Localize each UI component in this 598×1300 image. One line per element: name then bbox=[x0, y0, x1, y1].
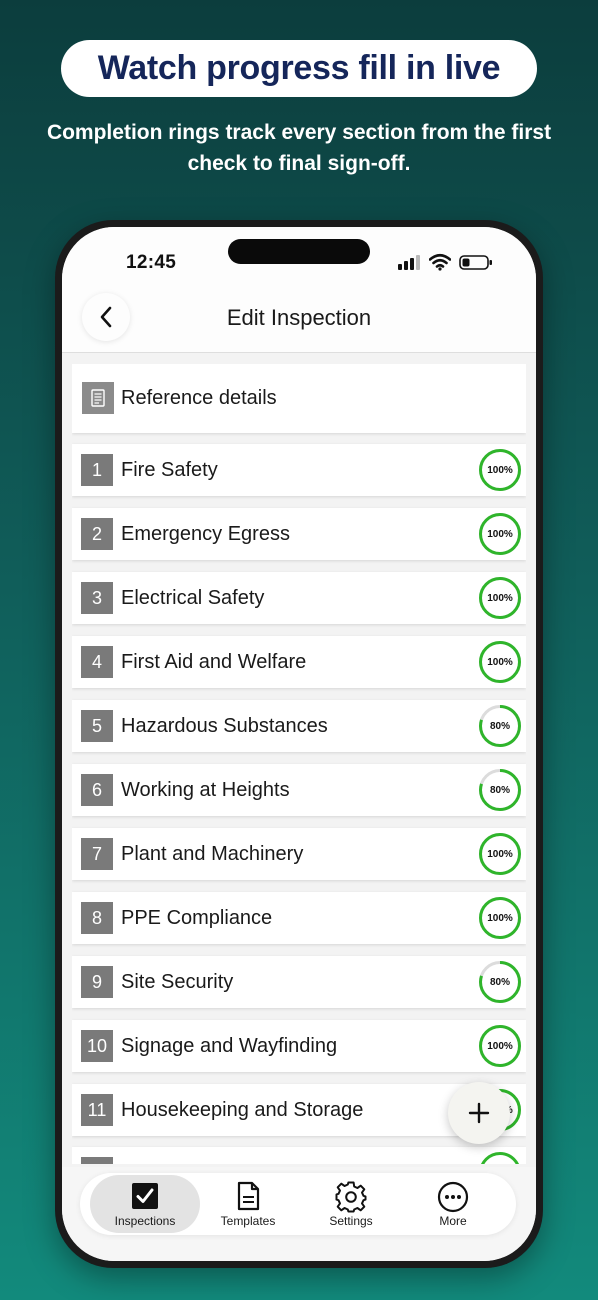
section-number-badge: 2 bbox=[81, 518, 113, 550]
tab-more[interactable]: More bbox=[398, 1175, 508, 1233]
progress-percent-label: 100% bbox=[487, 656, 513, 668]
tab-templates[interactable]: Templates bbox=[193, 1175, 303, 1233]
status-bar: 12:45 bbox=[62, 227, 536, 287]
section-label: PPE Compliance bbox=[121, 907, 273, 929]
gear-icon bbox=[335, 1181, 367, 1213]
section-number-badge: 9 bbox=[81, 966, 113, 998]
section-number-badge: 3 bbox=[81, 582, 113, 614]
section-list: Reference details 1 Fire Safety 100% 2 Emerg… bbox=[72, 364, 526, 1164]
section-label: Emergency Egress bbox=[121, 523, 290, 545]
section-number-badge: 4 bbox=[81, 646, 113, 678]
progress-percent-label: 100% bbox=[487, 592, 513, 604]
section-row[interactable]: 9 Site Security 80% bbox=[72, 956, 526, 1008]
tab-inspections[interactable]: Inspections bbox=[90, 1175, 200, 1233]
section-row-partial[interactable] bbox=[72, 1147, 526, 1164]
progress-percent-label: 80% bbox=[489, 720, 510, 732]
section-label: Hazardous Substances bbox=[121, 715, 328, 737]
section-label: Electrical Safety bbox=[121, 587, 265, 609]
section-row[interactable]: 1 Fire Safety 100% bbox=[72, 444, 526, 496]
progress-percent-label: 100% bbox=[487, 528, 513, 540]
section-number-badge: 5 bbox=[81, 710, 113, 742]
more-icon bbox=[437, 1181, 469, 1213]
section-number-badge: 6 bbox=[81, 774, 113, 806]
promo-subheadline: Completion rings track every section fro… bbox=[46, 121, 552, 175]
section-label: First Aid and Welfare bbox=[121, 651, 307, 673]
wifi-icon bbox=[429, 253, 451, 271]
promo-headline: Watch progress fill in live bbox=[61, 40, 537, 97]
tab-settings[interactable]: Settings bbox=[296, 1175, 406, 1233]
status-time: 12:45 bbox=[126, 252, 177, 273]
section-row[interactable]: 7 Plant and Machinery 100% bbox=[72, 828, 526, 880]
status-icons bbox=[398, 253, 498, 272]
tab-label: Templates bbox=[220, 1214, 276, 1228]
section-row[interactable]: 4 First Aid and Welfare 100% bbox=[72, 636, 526, 688]
section-label: Site Security bbox=[121, 971, 234, 993]
phone-screen: 12:45 Edit Inspection Reference details … bbox=[62, 227, 536, 1261]
reference-details-row[interactable]: Reference details bbox=[72, 364, 526, 433]
battery-icon bbox=[459, 255, 492, 270]
tab-label: More bbox=[439, 1214, 467, 1228]
section-label: Working at Heights bbox=[121, 779, 290, 801]
section-row[interactable]: 2 Emergency Egress 100% bbox=[72, 508, 526, 560]
section-row[interactable]: 5 Hazardous Substances 80% bbox=[72, 700, 526, 752]
top-navigation-bar: Edit Inspection bbox=[62, 287, 536, 353]
document-icon bbox=[82, 382, 114, 414]
section-number-badge: 1 bbox=[81, 454, 113, 486]
progress-percent-label: 100% bbox=[487, 1040, 513, 1052]
section-number-badge bbox=[81, 1157, 113, 1164]
progress-percent-label: 80% bbox=[489, 784, 510, 796]
section-label: Plant and Machinery bbox=[121, 843, 304, 865]
cellular-signal-icon bbox=[398, 254, 422, 270]
add-button[interactable] bbox=[448, 1082, 510, 1144]
progress-ring bbox=[481, 1152, 519, 1164]
section-label: Signage and Wayfinding bbox=[121, 1035, 338, 1057]
bottom-tab-bar: Inspections Templates Settings More bbox=[62, 1167, 536, 1261]
section-number-badge: 7 bbox=[81, 838, 113, 870]
progress-percent-label: 100% bbox=[487, 912, 513, 924]
section-number-badge: 8 bbox=[81, 902, 113, 934]
section-row[interactable]: 10 Signage and Wayfinding 100% bbox=[72, 1020, 526, 1072]
section-number-badge: 11 bbox=[81, 1094, 113, 1126]
section-row[interactable]: 8 PPE Compliance 100% bbox=[72, 892, 526, 944]
dynamic-island bbox=[228, 239, 370, 264]
plus-icon bbox=[468, 1102, 490, 1124]
section-label: Fire Safety bbox=[121, 459, 218, 481]
progress-percent-label: 100% bbox=[487, 464, 513, 476]
progress-percent-label: 80% bbox=[489, 976, 510, 988]
tab-label: Inspections bbox=[114, 1214, 176, 1228]
section-number-badge: 10 bbox=[81, 1030, 113, 1062]
progress-percent-label: 100% bbox=[487, 848, 513, 860]
tab-label: Settings bbox=[329, 1214, 373, 1228]
section-label: Housekeeping and Storage bbox=[121, 1099, 364, 1121]
document-icon bbox=[237, 1181, 260, 1211]
section-row[interactable]: 3 Electrical Safety 100% bbox=[72, 572, 526, 624]
checkbox-icon bbox=[132, 1183, 158, 1209]
page-title: Edit Inspection bbox=[226, 305, 372, 330]
section-row[interactable]: 6 Working at Heights 80% bbox=[72, 764, 526, 816]
reference-details-label: Reference details bbox=[121, 387, 277, 409]
